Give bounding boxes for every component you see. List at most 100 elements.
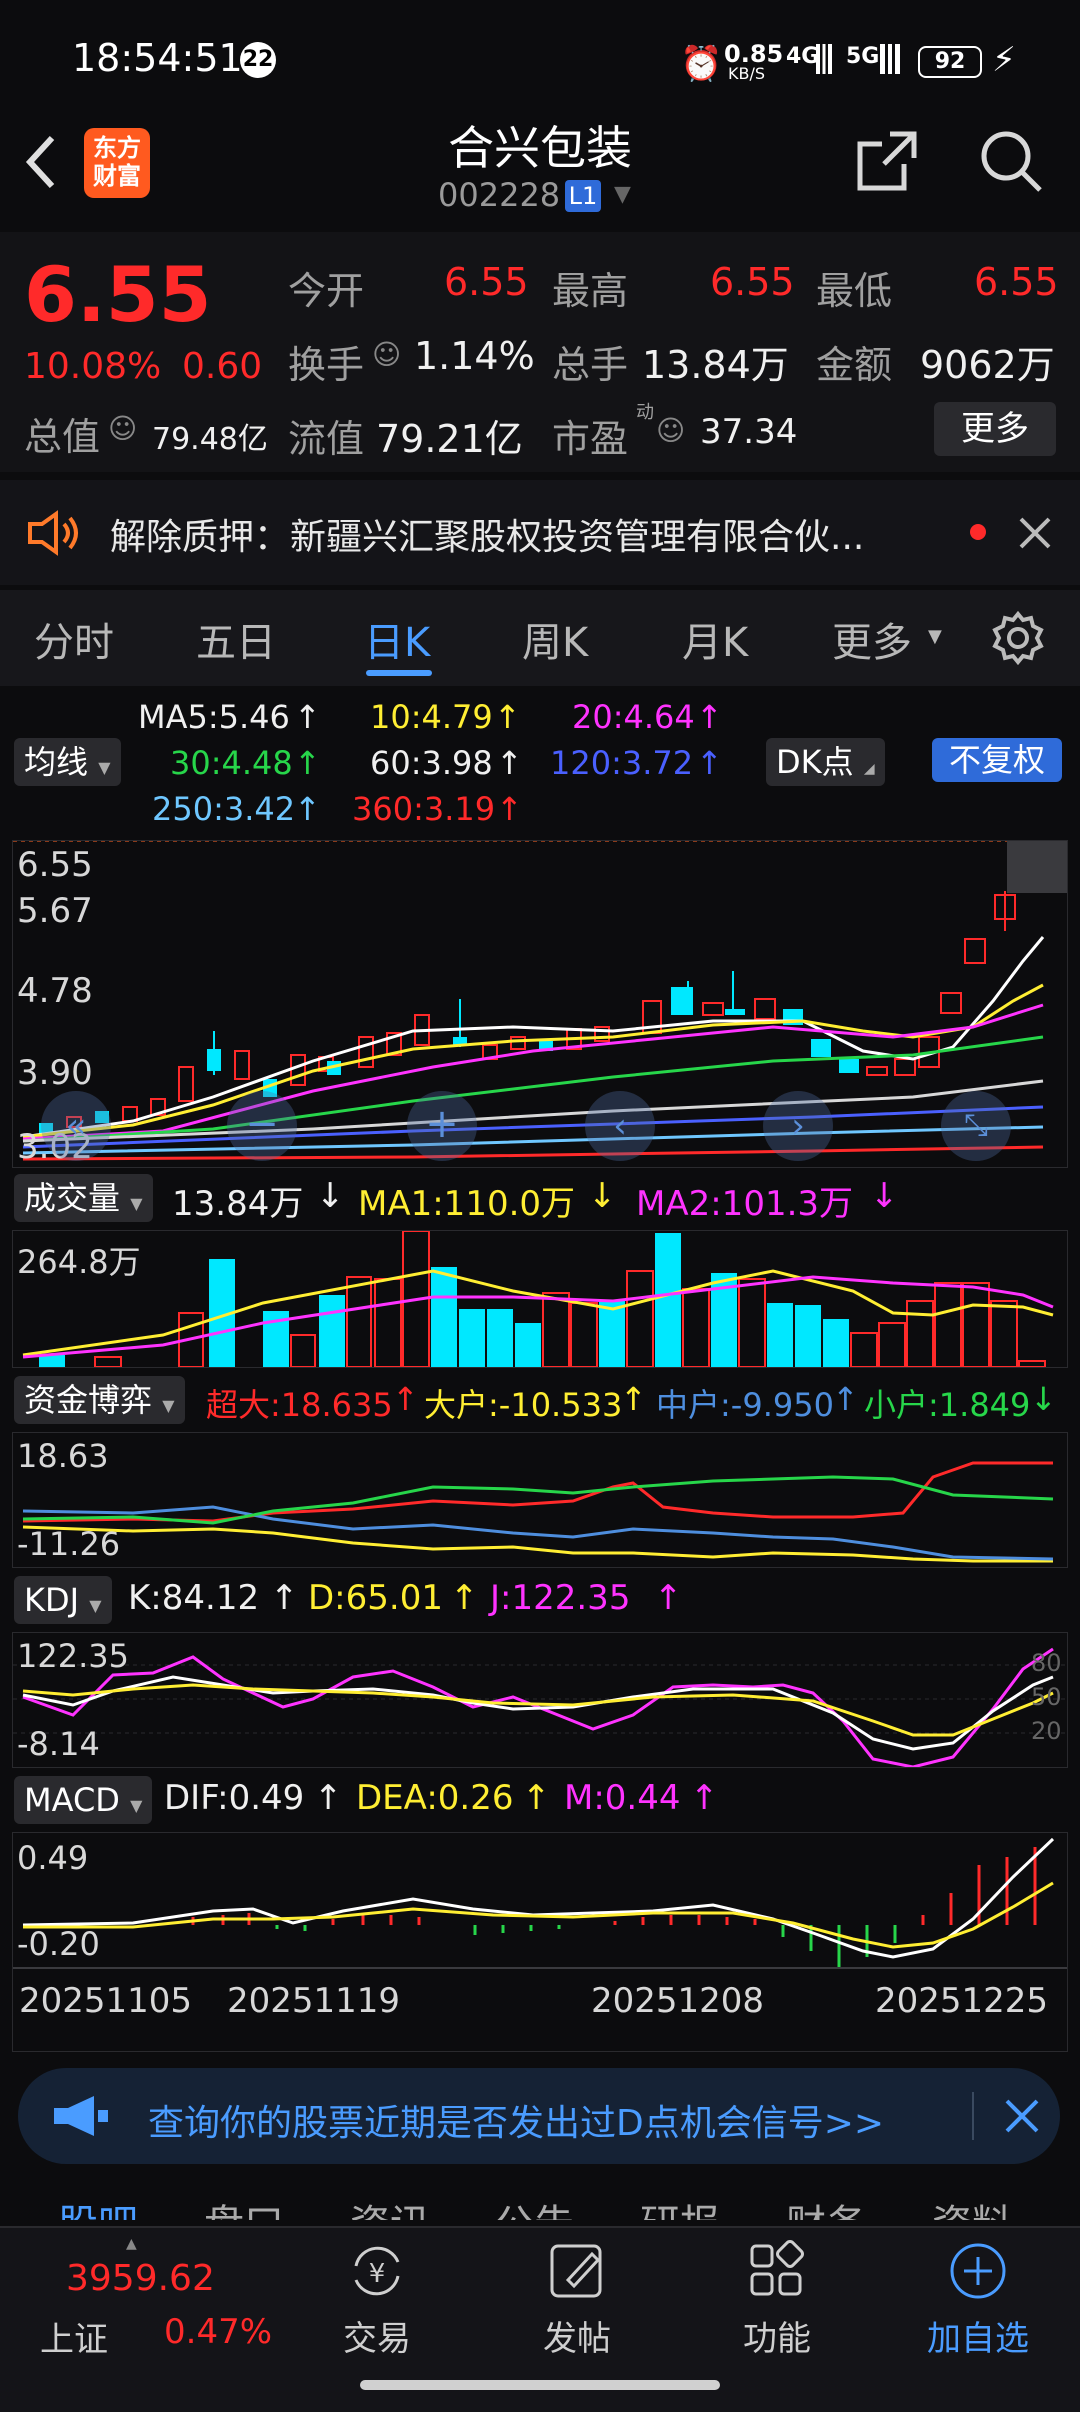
close-icon[interactable] xyxy=(1018,516,1052,550)
up-arrow-icon: ↑ xyxy=(294,790,321,828)
kline-svg xyxy=(13,841,1067,1161)
macd-histogram xyxy=(191,1847,1037,1967)
scroll-left-icon[interactable]: « xyxy=(41,1091,111,1161)
indicator-dropdown-label: 均线 xyxy=(24,743,89,781)
info-icon[interactable]: ☺ xyxy=(656,414,685,447)
adjust-button[interactable]: 不复权 xyxy=(932,738,1062,782)
tab-finance[interactable]: 财务 xyxy=(786,2192,866,2220)
chevron-down-icon[interactable]: ▼ xyxy=(614,182,631,207)
nav-trade[interactable]: ¥ 交易 xyxy=(322,2240,432,2360)
tab-more[interactable]: 更多 xyxy=(832,610,912,668)
kdj-level-20: 20 xyxy=(1031,1717,1062,1745)
macd-dropdown[interactable]: MACD ▼ xyxy=(14,1776,153,1824)
nav-trade-label: 交易 xyxy=(343,2319,411,2359)
tab-weekly-k[interactable]: 周K xyxy=(522,610,588,668)
close-icon[interactable] xyxy=(1004,2098,1040,2134)
fullscreen-icon[interactable]: ⤡ xyxy=(941,1091,1011,1161)
open-value: 6.55 xyxy=(444,260,529,304)
volume-dropdown[interactable]: 成交量 ▼ xyxy=(14,1174,153,1222)
share-icon[interactable] xyxy=(856,130,918,192)
tab-news[interactable]: 资讯 xyxy=(350,2192,430,2220)
kline-chart[interactable]: 6.55 5.67 4.78 3.90 3.02 « − + ‹ › ⤡ xyxy=(12,840,1068,1168)
notice-bar[interactable]: 解除质押：新疆兴汇聚股权投资管理有限合伙... xyxy=(0,480,1080,585)
corner-icon: ◢ xyxy=(863,761,875,777)
nav-add-watchlist[interactable]: 加自选 xyxy=(912,2240,1044,2360)
capital-super: 超大:18.635 xyxy=(206,1386,393,1424)
stock-title: 合兴包装 xyxy=(448,121,632,175)
level-badge[interactable]: L1 xyxy=(565,180,601,212)
gear-icon[interactable] xyxy=(990,610,1046,666)
nav-post[interactable]: 发帖 xyxy=(522,2240,632,2360)
tab-five-day[interactable]: 五日 xyxy=(196,610,276,668)
tab-monthly-k[interactable]: 月K xyxy=(682,610,748,668)
caret-up-icon: ▲ xyxy=(126,2236,137,2252)
tab-guba[interactable]: 股吧 xyxy=(58,2192,138,2220)
volume-label: 总手 xyxy=(552,343,629,387)
ma-lines xyxy=(22,936,1045,1161)
indicator-dropdown[interactable]: 均线 ▼ xyxy=(14,738,121,786)
tab-pankou[interactable]: 盘口 xyxy=(204,2192,284,2220)
down-arrow-icon: ↓ xyxy=(588,1176,617,1216)
chevron-down-icon[interactable]: ▼ xyxy=(928,626,942,647)
more-button[interactable]: 更多 xyxy=(934,402,1056,456)
index-name[interactable]: 上证 xyxy=(40,2312,108,2361)
kdj-chart: 122.35 -8.14 80 50 20 xyxy=(12,1632,1068,1768)
info-icon[interactable]: ☺ xyxy=(372,338,401,371)
status-bar: 18:54:51 22 ⏰ 0.85 KB/S 4G 5G 92 ⚡ xyxy=(0,0,1080,120)
divider xyxy=(0,2226,1080,2228)
edit-icon xyxy=(550,2244,602,2298)
tab-intraday[interactable]: 分时 xyxy=(34,610,114,668)
dk-dropdown[interactable]: DK点 ◢ xyxy=(766,738,885,786)
up-arrow-icon: ↑ xyxy=(494,698,521,736)
home-indicator[interactable] xyxy=(360,2380,720,2390)
volume-value: 13.84万 xyxy=(642,343,789,387)
notice-text[interactable]: 解除质押：新疆兴汇聚股权投资管理有限合伙... xyxy=(110,508,864,560)
up-arrow-icon: ↑ xyxy=(294,744,321,782)
up-arrow-icon: ↑ xyxy=(654,1578,683,1618)
float-value-label: 流值 xyxy=(288,417,365,461)
x-axis-line xyxy=(13,1967,1067,1969)
macd-y-bottom: -0.20 xyxy=(17,1925,100,1963)
tab-announcement[interactable]: 公告 xyxy=(494,2192,574,2220)
amount-label: 金额 xyxy=(816,343,893,387)
dpoint-banner[interactable]: 查询你的股票近期是否发出过D点机会信号>> xyxy=(18,2068,1060,2164)
x-label-1: 20251105 xyxy=(19,1981,193,2021)
index-change[interactable]: 0.47% xyxy=(164,2312,272,2352)
x-label-4: 20251225 xyxy=(875,1981,1049,2021)
search-icon[interactable] xyxy=(978,128,1044,194)
volume-svg xyxy=(22,1231,1054,1367)
tab-profile[interactable]: 资料 xyxy=(932,2192,1012,2220)
capital-legend: 资金博弈 ▼ 超大:18.635 ↑ 大户:-10.533 ↑ 中户:-9.95… xyxy=(0,1372,1080,1428)
speaker-icon xyxy=(28,510,78,556)
dpoint-banner-text[interactable]: 查询你的股票近期是否发出过D点机会信号>> xyxy=(148,2094,884,2146)
ma-legend: MA5:5.46 ↑ 10:4.79 ↑ 20:4.64 ↑ 均线 ▼ 30:4… xyxy=(0,690,1080,836)
macd-m: M:0.44 xyxy=(564,1778,681,1818)
kdj-dropdown[interactable]: KDJ ▼ xyxy=(14,1576,112,1624)
charging-icon: ⚡ xyxy=(992,40,1016,80)
ma60-value: 60:3.98 xyxy=(370,744,493,782)
capital-svg xyxy=(22,1461,1054,1563)
up-arrow-icon: ↑ xyxy=(294,698,321,736)
tab-research[interactable]: 研报 xyxy=(640,2192,720,2220)
high-value: 6.55 xyxy=(710,260,795,304)
capital-dropdown[interactable]: 资金博弈 ▼ xyxy=(14,1376,185,1424)
pe-value: 37.34 xyxy=(700,412,798,452)
capital-medium: 中户:-9.950 xyxy=(656,1386,834,1424)
zoom-in-icon[interactable]: + xyxy=(407,1091,477,1161)
zoom-out-icon[interactable]: − xyxy=(227,1091,297,1161)
volume-legend: 成交量 ▼ 13.84万 ↓ MA1:110.0万 ↓ MA2:101.3万 ↓ xyxy=(0,1170,1080,1226)
chevron-down-icon: ▼ xyxy=(130,1194,143,1213)
chevron-down-icon: ▼ xyxy=(98,758,111,777)
open-label: 今开 xyxy=(288,269,365,313)
nav-functions[interactable]: 功能 xyxy=(722,2240,832,2360)
volume-chart: 264.8万 xyxy=(12,1230,1068,1368)
turnover-value: 1.14% xyxy=(414,334,535,378)
chevron-down-icon: ▼ xyxy=(130,1796,143,1815)
index-value[interactable]: 3959.62 xyxy=(66,2258,215,2299)
step-right-icon[interactable]: › xyxy=(763,1091,833,1161)
step-left-icon[interactable]: ‹ xyxy=(585,1091,655,1161)
tab-daily-k[interactable]: 日K xyxy=(364,610,430,668)
info-icon[interactable]: ☺ xyxy=(108,412,137,445)
divider xyxy=(972,2092,974,2140)
y-label-4: 3.90 xyxy=(17,1053,93,1093)
